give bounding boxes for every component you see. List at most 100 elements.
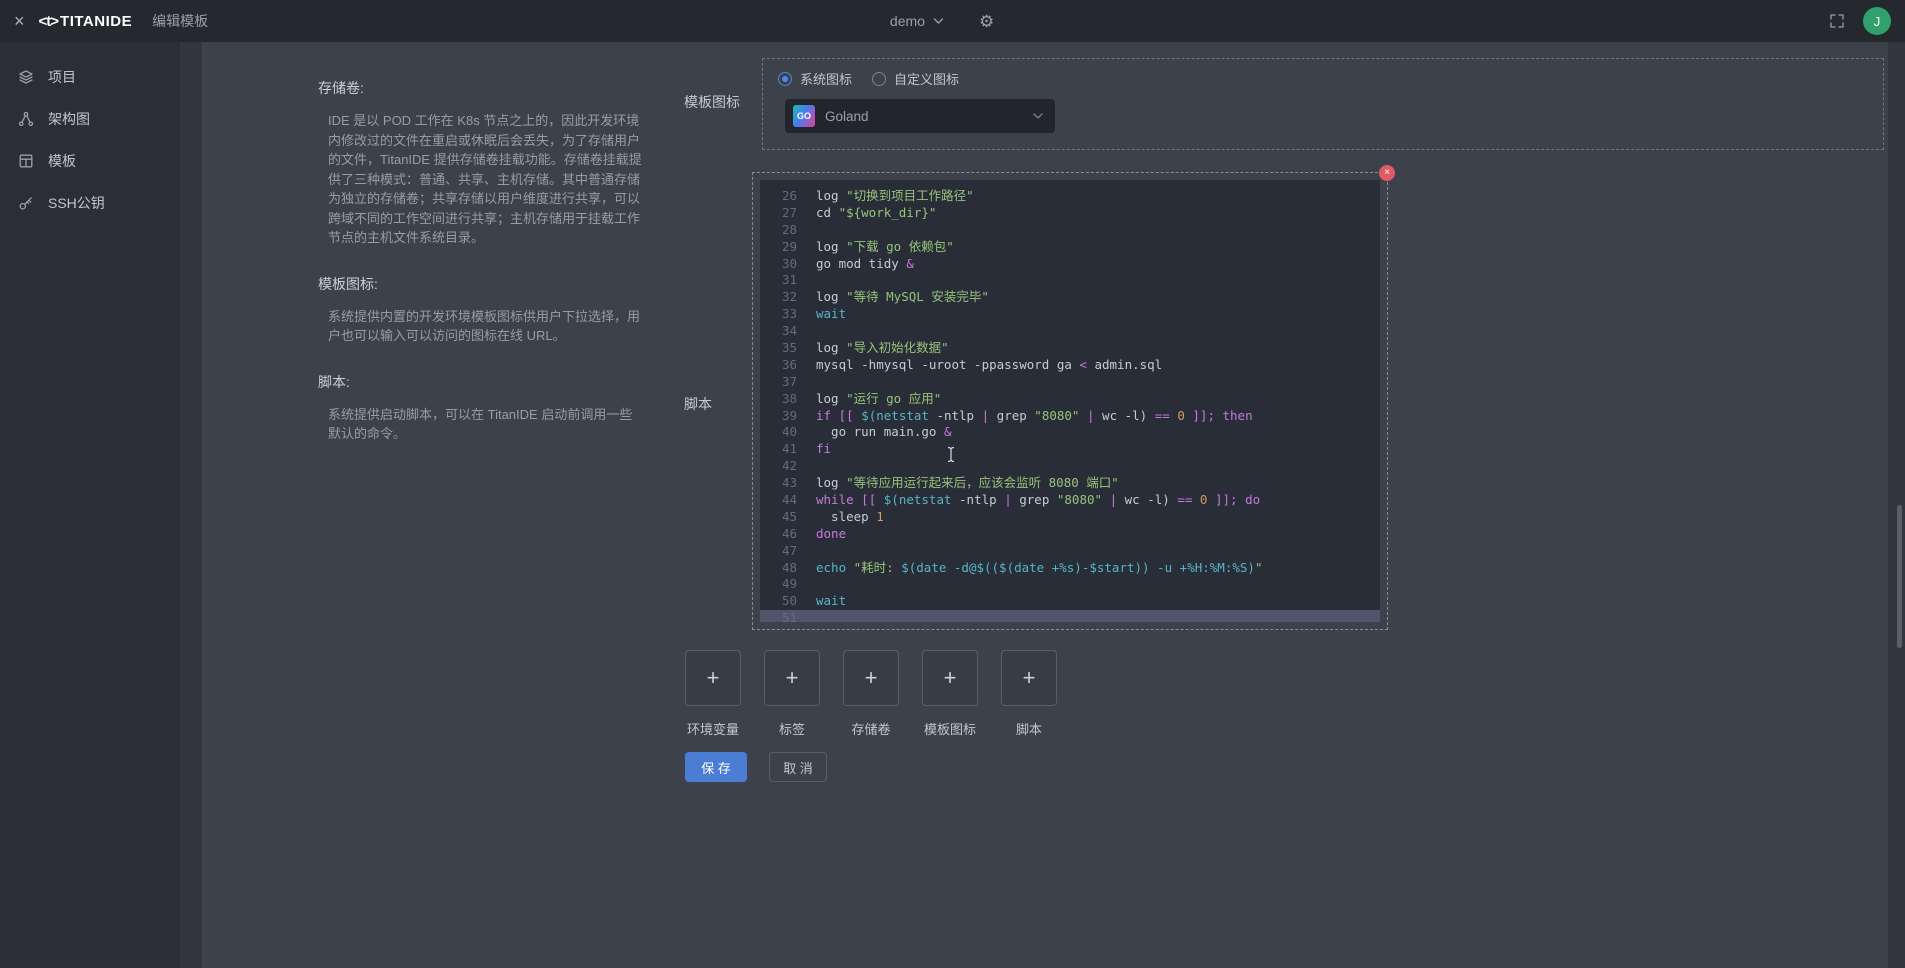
code-line-29[interactable]: 29log "下载 go 依赖包" — [760, 239, 1380, 256]
code-line-44[interactable]: 44while [[ $(netstat -ntlp | grep "8080"… — [760, 492, 1380, 509]
code-line-39[interactable]: 39if [[ $(netstat -ntlp | grep "8080" | … — [760, 408, 1380, 425]
code-line-41[interactable]: 41fi — [760, 441, 1380, 458]
code-line-31[interactable]: 31 — [760, 272, 1380, 289]
add-script-button[interactable]: + — [1001, 650, 1057, 706]
goland-icon: GO — [793, 105, 815, 127]
ssh-key-icon — [18, 195, 34, 211]
sidebar-item-architecture[interactable]: 架构图 — [0, 98, 180, 140]
code-editor[interactable]: 26log "切换到项目工作路径"27cd "${work_dir}"2829l… — [760, 180, 1380, 622]
code-line-43[interactable]: 43log "等待应用运行起来后，应该会监听 8080 端口" — [760, 475, 1380, 492]
radio-custom-icon[interactable]: 自定义图标 — [872, 69, 959, 88]
line-number: 29 — [760, 239, 806, 256]
page-title: 编辑模板 — [152, 11, 208, 31]
code-line-28[interactable]: 28 — [760, 222, 1380, 239]
code-line-30[interactable]: 30go mod tidy & — [760, 256, 1380, 273]
add-cell: + 脚本 — [1001, 650, 1057, 738]
help-section-title: 脚本: — [318, 372, 642, 392]
icon-select-value: Goland — [825, 109, 1033, 124]
code-line-34[interactable]: 34 — [760, 323, 1380, 340]
line-content: while [[ $(netstat -ntlp | grep "8080" |… — [806, 492, 1260, 509]
line-content: log "导入初始化数据" — [806, 340, 949, 357]
sidebar-item-label: 项目 — [48, 67, 76, 87]
avatar[interactable]: J — [1863, 7, 1891, 35]
line-number: 27 — [760, 205, 806, 222]
templates-icon — [18, 153, 34, 169]
code-line-51[interactable]: 51 — [760, 610, 1380, 622]
line-content: sleep 1 — [806, 509, 884, 526]
sidebar-item-ssh-key[interactable]: SSH公钥 — [0, 182, 180, 224]
code-line-50[interactable]: 50wait — [760, 593, 1380, 610]
code-line-48[interactable]: 48echo "耗时: $(date -d@$(($(date +%s)-$st… — [760, 560, 1380, 577]
projects-icon — [18, 69, 34, 85]
add-tag-button[interactable]: + — [764, 650, 820, 706]
line-number: 36 — [760, 357, 806, 374]
line-number: 50 — [760, 593, 806, 610]
line-number: 38 — [760, 391, 806, 408]
line-content: cd "${work_dir}" — [806, 205, 936, 222]
add-buttons-row: +环境变量+标签+存储卷+模板图标+脚本 — [685, 650, 1057, 738]
code-line-42[interactable]: 42 — [760, 458, 1380, 475]
line-number: 40 — [760, 424, 806, 441]
line-content — [806, 222, 816, 239]
add-button-label: 脚本 — [1016, 719, 1042, 738]
gear-icon[interactable]: ⚙ — [979, 13, 994, 30]
sidebar-item-templates[interactable]: 模板 — [0, 140, 180, 182]
template-icon-block[interactable]: 系统图标 自定义图标 GO Goland — [762, 58, 1884, 150]
code-line-35[interactable]: 35log "导入初始化数据" — [760, 340, 1380, 357]
add-env-var-button[interactable]: + — [685, 650, 741, 706]
add-template-icon-button[interactable]: + — [922, 650, 978, 706]
script-block[interactable]: × 26log "切换到项目工作路径"27cd "${work_dir}"282… — [752, 172, 1388, 630]
code-line-46[interactable]: 46done — [760, 526, 1380, 543]
code-line-37[interactable]: 37 — [760, 374, 1380, 391]
code-line-27[interactable]: 27cd "${work_dir}" — [760, 205, 1380, 222]
add-cell: +存储卷 — [843, 650, 899, 738]
code-line-45[interactable]: 45 sleep 1 — [760, 509, 1380, 526]
line-number: 30 — [760, 256, 806, 273]
code-line-32[interactable]: 32log "等待 MySQL 安装完毕" — [760, 289, 1380, 306]
radio-system-icon[interactable]: 系统图标 — [778, 69, 852, 88]
code-line-38[interactable]: 38log "运行 go 应用" — [760, 391, 1380, 408]
line-number: 34 — [760, 323, 806, 340]
add-button-label: 模板图标 — [924, 719, 976, 738]
line-content: go mod tidy & — [806, 256, 914, 273]
code-line-49[interactable]: 49 — [760, 576, 1380, 593]
cancel-button[interactable]: 取 消 — [769, 752, 827, 782]
remove-script-button[interactable]: × — [1379, 165, 1395, 181]
save-button[interactable]: 保 存 — [685, 752, 747, 782]
radio-circle-icon — [778, 72, 792, 86]
add-cell: +标签 — [764, 650, 820, 738]
chevron-down-icon — [1033, 113, 1043, 119]
env-select[interactable]: demo — [890, 13, 943, 29]
line-number: 28 — [760, 222, 806, 239]
sidebar-item-label: 架构图 — [48, 109, 90, 129]
help-panel: 存储卷:IDE 是以 POD 工作在 K8s 节点之上的，因此开发环境内修改过的… — [318, 78, 642, 470]
line-content — [806, 374, 816, 391]
code-line-47[interactable]: 47 — [760, 543, 1380, 560]
code-line-33[interactable]: 33wait — [760, 306, 1380, 323]
code-line-40[interactable]: 40 go run main.go & — [760, 424, 1380, 441]
line-content: wait — [806, 593, 846, 610]
line-number: 47 — [760, 543, 806, 560]
radio-label: 系统图标 — [800, 69, 852, 88]
architecture-icon — [18, 111, 34, 127]
line-content: log "等待 MySQL 安装完毕" — [806, 289, 989, 306]
app-name: TITANIDE — [60, 13, 132, 30]
icon-select[interactable]: GO Goland — [785, 99, 1055, 133]
code-line-26[interactable]: 26log "切换到项目工作路径" — [760, 188, 1380, 205]
line-content: if [[ $(netstat -ntlp | grep "8080" | wc… — [806, 408, 1253, 425]
code-line-36[interactable]: 36mysql -hmysql -uroot -ppassword ga < a… — [760, 357, 1380, 374]
fullscreen-icon[interactable] — [1829, 13, 1845, 29]
add-volume-button[interactable]: + — [843, 650, 899, 706]
plus-icon: + — [944, 665, 957, 691]
help-section-body: 系统提供启动脚本，可以在 TitanIDE 启动前调用一些默认的命令。 — [328, 405, 642, 444]
close-icon[interactable]: × — [14, 12, 25, 30]
vertical-scrollbar[interactable] — [1897, 505, 1902, 648]
plus-icon: + — [1023, 665, 1036, 691]
sidebar-item-projects[interactable]: 项目 — [0, 56, 180, 98]
add-button-label: 环境变量 — [687, 719, 739, 738]
line-number: 46 — [760, 526, 806, 543]
sidebar: 项目架构图模板 SSH公钥 — [0, 42, 180, 968]
sidebar-item-label: SSH公钥 — [48, 193, 105, 213]
line-content: go run main.go & — [806, 424, 951, 441]
line-content — [806, 458, 816, 475]
